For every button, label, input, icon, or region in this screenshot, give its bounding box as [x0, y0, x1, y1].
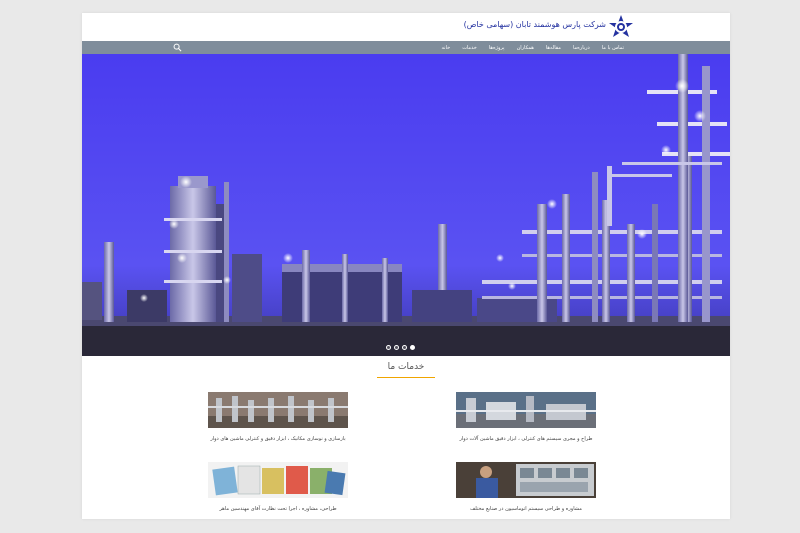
nav-item-projects[interactable]: پروژه‌ها: [489, 45, 505, 51]
header: شرکت پارس هوشمند تابان (سهامی خاص): [82, 13, 730, 41]
nav-item-about[interactable]: درباره‌ما: [573, 45, 590, 51]
service-label-3: مشاوره و طراحی سیستم اتوماسیون در صنایع …: [470, 506, 582, 512]
service-image-2: [208, 392, 348, 428]
title-underline: [377, 377, 435, 378]
slider-dot-1[interactable]: [386, 345, 391, 350]
service-image-4: [208, 462, 348, 498]
service-card-4[interactable]: طراحی، مشاوره ، اجرا تحت نظارت آقای مهند…: [163, 462, 393, 519]
services-title: خدمات ما: [387, 362, 425, 372]
company-name[interactable]: شرکت پارس هوشمند تابان (سهامی خاص): [464, 20, 606, 29]
service-card-3[interactable]: مشاوره و طراحی سیستم اتوماسیون در صنایع …: [411, 462, 641, 519]
services-section: خدمات ما طراح و مجری سیستم های کنترلی ، …: [82, 356, 730, 519]
nav-item-partners[interactable]: همکاران: [517, 45, 534, 51]
service-label-2: بازسازی و نوسازی مکانیک ، ابزار دقیق و ک…: [210, 436, 346, 442]
nav-items: خانه خدمات پروژه‌ها همکاران مقاله‌ها درب…: [442, 41, 625, 54]
service-image-1: [456, 392, 596, 428]
hero-slider[interactable]: [82, 54, 730, 356]
service-card-1[interactable]: طراح و مجری سیستم های کنترلی ، ابزار دقی…: [411, 392, 641, 452]
slider-dot-3[interactable]: [402, 345, 407, 350]
nav-item-home[interactable]: خانه: [442, 45, 451, 51]
hero-refinery-image: [82, 54, 730, 356]
slider-dot-2[interactable]: [394, 345, 399, 350]
slider-dots: [386, 345, 415, 350]
nav-item-contact[interactable]: تماس با ما: [602, 45, 624, 51]
nav-item-services[interactable]: خدمات: [462, 45, 477, 51]
page-frame: شرکت پارس هوشمند تابان (سهامی خاص) خانه …: [82, 13, 730, 519]
service-image-3: [456, 462, 596, 498]
search-icon[interactable]: [173, 43, 182, 52]
service-card-2[interactable]: بازسازی و نوسازی مکانیک ، ابزار دقیق و ک…: [163, 392, 393, 452]
service-label-1: طراح و مجری سیستم های کنترلی ، ابزار دقی…: [459, 436, 593, 442]
service-label-4: طراحی، مشاوره ، اجرا تحت نظارت آقای مهند…: [219, 506, 337, 512]
main-nav: خانه خدمات پروژه‌ها همکاران مقاله‌ها درب…: [82, 41, 730, 54]
slider-dot-4[interactable]: [410, 345, 415, 350]
company-logo-icon[interactable]: [608, 14, 634, 40]
nav-item-articles[interactable]: مقاله‌ها: [546, 45, 561, 51]
